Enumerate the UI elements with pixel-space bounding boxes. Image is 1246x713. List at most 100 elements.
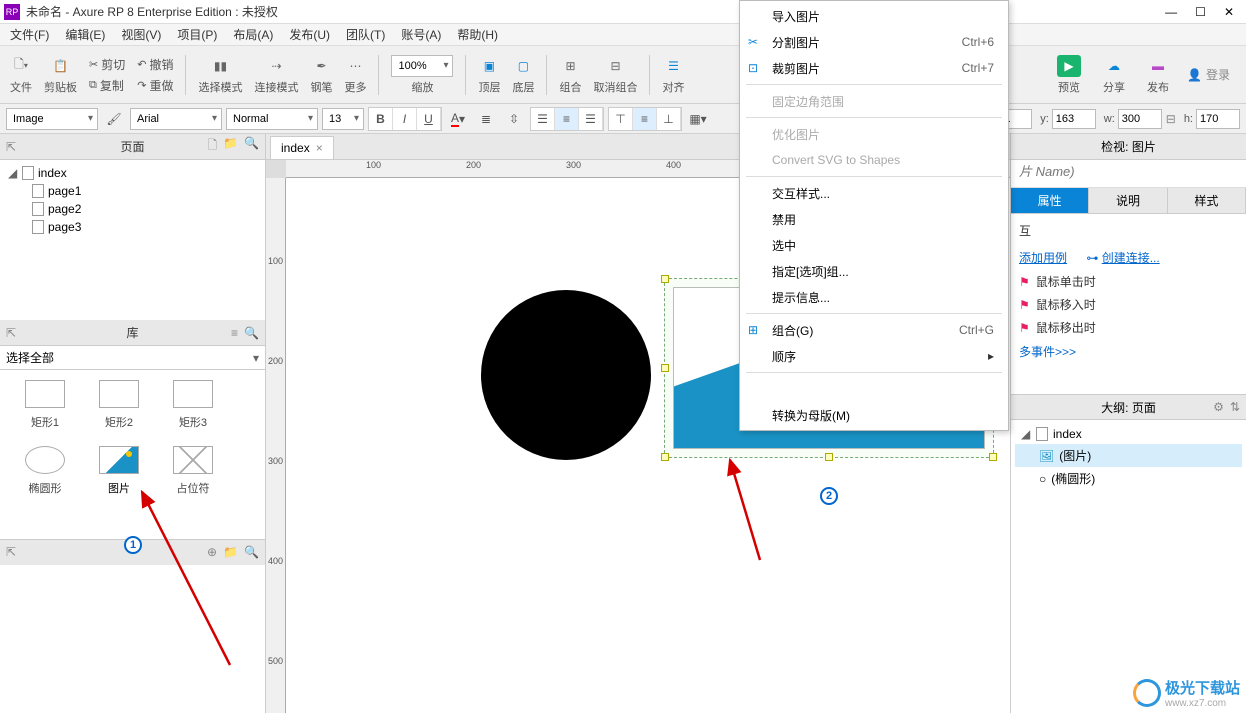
menu-help[interactable]: 帮助(H) — [453, 24, 502, 45]
preview-button[interactable]: ▶预览 — [1053, 53, 1085, 97]
tree-root[interactable]: ◢index — [0, 164, 265, 182]
add-case-link[interactable]: 添加用例 — [1019, 251, 1067, 265]
resize-handle[interactable] — [661, 275, 669, 283]
clipboard-tool[interactable]: 📋剪贴板 — [40, 53, 81, 97]
menu-layout[interactable]: 布局(A) — [229, 24, 277, 45]
resize-handle[interactable] — [661, 364, 669, 372]
lib-menu-icon[interactable]: ≡ — [231, 326, 238, 340]
tree-item[interactable]: page2 — [0, 200, 265, 218]
menu-file[interactable]: 文件(F) — [6, 24, 53, 45]
add-folder-icon[interactable]: 📁 — [223, 545, 238, 559]
redo-button[interactable]: ↷ 重做 — [133, 76, 177, 95]
coord-w[interactable] — [1118, 109, 1162, 129]
search-icon[interactable]: 🔍 — [244, 326, 259, 340]
login-button[interactable]: 👤登录 — [1187, 66, 1230, 83]
menu-team[interactable]: 团队(T) — [342, 24, 389, 45]
event-row[interactable]: ⚑鼠标移入时 — [1019, 293, 1238, 316]
text-color[interactable]: A▾ — [446, 108, 470, 130]
cm-slice-image[interactable]: ✂分割图片Ctrl+6 — [740, 29, 1008, 55]
undo-button[interactable]: ↶ 撤销 — [133, 55, 177, 74]
lib-ellipse[interactable]: 椭圆形 — [16, 446, 74, 496]
collapse-icon[interactable]: ⇱ — [6, 545, 16, 559]
menu-edit[interactable]: 编辑(E) — [61, 24, 109, 45]
lib-rect2[interactable]: 矩形2 — [90, 380, 148, 430]
filter-icon[interactable]: ⚙ — [1213, 400, 1224, 414]
cm-crop-image[interactable]: ⊡裁剪图片Ctrl+7 — [740, 55, 1008, 81]
cm-group[interactable]: ⊞组合(G)Ctrl+G — [740, 317, 1008, 343]
outline-item[interactable]: ○(椭圆形) — [1015, 467, 1242, 490]
italic-button[interactable]: I — [393, 108, 417, 130]
fill-color[interactable]: ▦▾ — [686, 108, 710, 130]
cm-order[interactable]: 顺序▸ — [740, 343, 1008, 369]
cm-selected[interactable]: 选中 — [740, 232, 1008, 258]
group-tool[interactable]: ⊞组合 — [555, 53, 585, 97]
lock-aspect-icon[interactable]: ⊟ — [1166, 112, 1176, 126]
outline-item[interactable]: 🖼(图片) — [1015, 444, 1242, 467]
add-page-icon[interactable]: 🗋 — [207, 136, 217, 157]
weight-select[interactable]: Normal — [226, 108, 318, 130]
tab-style[interactable]: 样式 — [1168, 188, 1246, 213]
file-tool[interactable]: 🗋▾文件 — [6, 53, 36, 97]
cm-disable[interactable]: 禁用 — [740, 206, 1008, 232]
coord-h[interactable] — [1196, 109, 1240, 129]
lib-rect3[interactable]: 矩形3 — [164, 380, 222, 430]
maximize-button[interactable]: ☐ — [1195, 5, 1206, 19]
library-select[interactable]: 选择全部 — [0, 346, 265, 370]
font-select[interactable]: Arial — [130, 108, 222, 130]
shape-type-select[interactable]: Image — [6, 108, 98, 130]
add-master-icon[interactable]: ⊕ — [207, 545, 217, 559]
bring-front[interactable]: ▣顶层 — [474, 53, 504, 97]
collapse-icon[interactable]: ⇱ — [6, 326, 16, 340]
sort-icon[interactable]: ⇅ — [1230, 400, 1240, 414]
tab-properties[interactable]: 属性 — [1011, 188, 1089, 213]
select-mode[interactable]: ▮▮选择模式 — [194, 53, 246, 97]
search-icon[interactable]: 🔍 — [244, 545, 259, 559]
align-right[interactable]: ☰ — [579, 108, 603, 130]
valign-bot[interactable]: ⊥ — [657, 108, 681, 130]
cm-option-group[interactable]: 指定[选项]组... — [740, 258, 1008, 284]
collapse-icon[interactable]: ⇱ — [6, 140, 16, 154]
align-tool[interactable]: ☰对齐 — [658, 53, 688, 97]
ungroup-tool[interactable]: ⊟取消组合 — [589, 53, 641, 97]
event-row[interactable]: ⚑鼠标单击时 — [1019, 270, 1238, 293]
menu-account[interactable]: 账号(A) — [397, 24, 445, 45]
outline-root[interactable]: ◢index — [1015, 424, 1242, 444]
menu-project[interactable]: 项目(P) — [173, 24, 221, 45]
tree-item[interactable]: page1 — [0, 182, 265, 200]
valign-mid[interactable]: ≡ — [633, 108, 657, 130]
cm-import-image[interactable]: 导入图片 — [740, 3, 1008, 29]
pen-tool[interactable]: ✒钢笔 — [306, 53, 336, 97]
size-select[interactable]: 13 — [322, 108, 364, 130]
copy-button[interactable]: ⧉ 复制 — [85, 76, 129, 95]
close-button[interactable]: ✕ — [1224, 5, 1234, 19]
tree-item[interactable]: page3 — [0, 218, 265, 236]
valign-top[interactable]: ⊤ — [609, 108, 633, 130]
add-folder-icon[interactable]: 📁 — [223, 136, 238, 157]
lib-image[interactable]: 图片 — [90, 446, 148, 496]
widget-name-input[interactable] — [1011, 160, 1246, 188]
tab-index[interactable]: index× — [270, 136, 334, 159]
align-center[interactable]: ≡ — [555, 108, 579, 130]
publish-button[interactable]: ▬发布 — [1143, 53, 1173, 97]
ellipse-shape[interactable] — [481, 290, 651, 460]
line-height[interactable]: ⇳ — [502, 108, 526, 130]
share-button[interactable]: ☁分享 — [1099, 53, 1129, 97]
cut-button[interactable]: ✂ 剪切 — [85, 55, 129, 74]
bullets[interactable]: ≣ — [474, 108, 498, 130]
resize-handle[interactable] — [661, 453, 669, 461]
menu-publish[interactable]: 发布(U) — [285, 24, 334, 45]
more-events[interactable]: 多事件>>> — [1019, 339, 1238, 364]
cm-convert-panel[interactable]: 转换为母版(M) — [740, 402, 1008, 428]
event-row[interactable]: ⚑鼠标移出时 — [1019, 316, 1238, 339]
close-tab-icon[interactable]: × — [316, 141, 323, 155]
create-link[interactable]: 创建连接... — [1102, 251, 1160, 265]
connect-mode[interactable]: ⇢连接模式 — [250, 53, 302, 97]
align-left[interactable]: ☰ — [531, 108, 555, 130]
paint-format[interactable]: 🖌 — [102, 108, 126, 130]
search-icon[interactable]: 🔍 — [244, 136, 259, 157]
resize-handle[interactable] — [989, 453, 997, 461]
cm-interaction-styles[interactable]: 交互样式... — [740, 180, 1008, 206]
zoom-tool[interactable]: 100%缩放 — [387, 53, 457, 97]
resize-handle[interactable] — [825, 453, 833, 461]
bold-button[interactable]: B — [369, 108, 393, 130]
